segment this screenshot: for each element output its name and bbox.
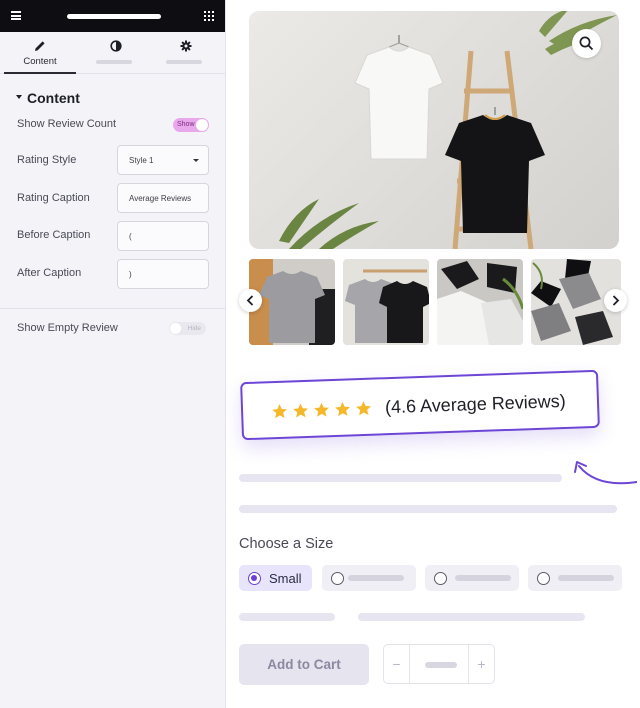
size-section-title: Choose a Size [239,536,334,552]
menu-icon[interactable] [11,11,21,20]
placeholder-line [239,474,562,482]
radio-unselected [331,572,344,585]
carousel-next-button[interactable] [604,289,627,312]
add-to-cart-button[interactable]: Add to Cart [239,644,369,685]
zoom-button[interactable] [572,29,601,58]
quantity-stepper: − + [383,644,495,684]
quantity-value-placeholder[interactable] [425,662,457,668]
tab-content-label: Content [23,56,57,67]
star-icon [272,404,287,419]
thumbnail-3[interactable] [437,259,523,345]
toggle-text: Hide [187,325,201,332]
quantity-decrease-button[interactable]: − [384,645,410,683]
tab-style-label-placeholder [96,60,132,64]
drag-handle[interactable] [67,14,161,19]
editor-panel: Content Content Show Review Count Show R… [0,0,226,708]
star-icon [335,401,350,417]
chevron-down-icon [193,159,199,162]
size-label-placeholder [348,575,404,581]
toggle-text: Show [177,121,195,128]
editor-tabs: Content [0,32,225,74]
after-caption-value: ) [129,270,132,279]
size-option[interactable] [528,565,622,591]
show-empty-review-toggle[interactable]: Hide [169,322,206,335]
tab-advanced-label-placeholder [166,60,202,64]
rating-style-value: Style 1 [129,156,154,165]
size-option-small[interactable]: Small [239,565,312,591]
show-review-count-toggle[interactable]: Show [173,118,209,132]
thumbnail-2[interactable] [343,259,429,345]
size-label-placeholder [455,575,511,581]
show-review-count-label: Show Review Count [17,118,117,130]
carousel-prev-button[interactable] [239,289,262,312]
before-caption-input[interactable]: ( [117,221,209,251]
rating-caption-value: Average Reviews [129,194,192,203]
toggle-knob [196,119,208,131]
tab-advanced[interactable] [150,32,222,74]
rating-caption-input[interactable]: Average Reviews [117,183,209,213]
placeholder-line [358,613,585,621]
placeholder-line [239,613,335,621]
review-rating-card: (4.6 Average Reviews) [240,369,600,441]
apps-grid-icon[interactable] [204,11,214,21]
tshirt-rack-illustration [279,11,617,249]
star-icon [356,401,371,416]
section-header-content[interactable]: Content [16,90,80,106]
size-option-label: Small [269,571,302,586]
chevron-right-icon [612,295,620,306]
size-option[interactable] [322,565,416,591]
gear-icon [180,40,192,52]
radio-selected [248,572,261,585]
size-label-placeholder [558,575,614,581]
tab-content[interactable]: Content [4,32,76,74]
placeholder-line [239,505,617,513]
thumbnail-image [437,261,523,345]
after-caption-label: After Caption [17,267,82,279]
after-caption-input[interactable]: ) [117,259,209,289]
section-title: Content [27,90,80,106]
pointer-arrow-icon [574,461,637,485]
before-caption-value: ( [129,232,132,241]
caret-down-icon [16,95,22,100]
radio-unselected [537,572,550,585]
editor-top-bar [0,0,225,32]
star-icon [293,403,308,418]
pencil-icon [35,41,45,51]
rating-style-label: Rating Style [17,154,77,166]
star-icon [314,402,329,417]
search-icon [579,36,594,51]
show-empty-review-label: Show Empty Review [17,322,118,334]
product-main-image[interactable] [249,11,619,249]
before-caption-label: Before Caption [17,229,91,241]
star-rating [271,400,377,426]
chevron-left-icon [246,295,254,306]
review-summary-text: (4.6 Average Reviews) [384,390,567,418]
toggle-knob [170,323,181,334]
divider [0,308,226,309]
quantity-increase-button[interactable]: + [468,645,494,683]
size-option[interactable] [425,565,519,591]
thumbnail-image [345,269,429,343]
rating-style-select[interactable]: Style 1 [117,145,209,175]
rating-caption-label: Rating Caption [17,192,90,204]
tab-style[interactable] [80,32,152,74]
radio-unselected [434,572,447,585]
half-circle-icon [110,40,122,52]
product-preview: (4.6 Average Reviews) Choose a Size Smal… [227,0,640,708]
